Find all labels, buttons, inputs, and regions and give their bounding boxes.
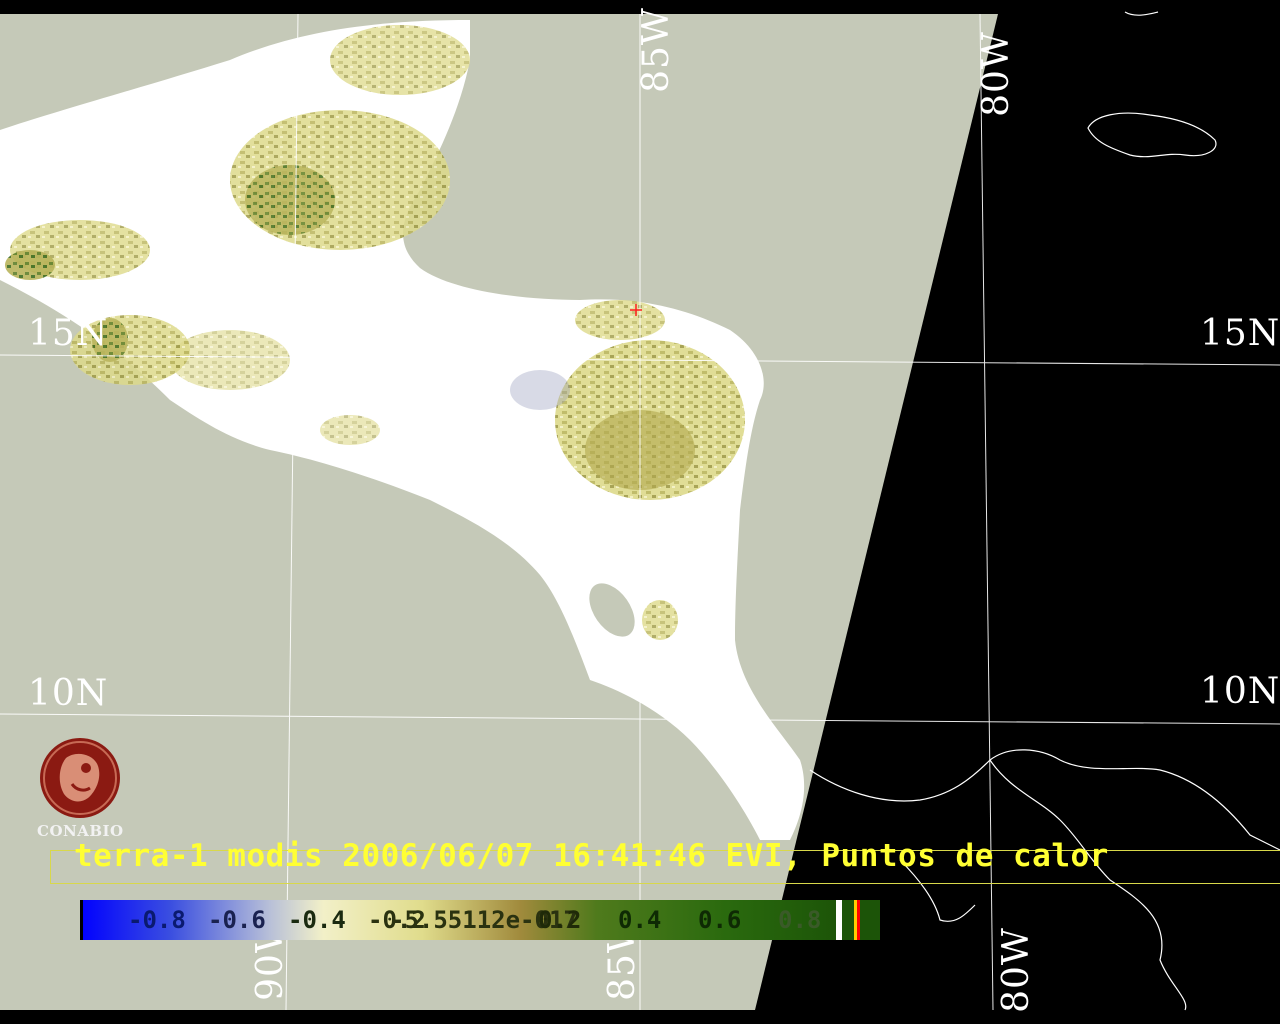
lat-label-10n-right: 10N — [1200, 671, 1280, 712]
lat-label-15n-right: 15N — [1200, 313, 1280, 354]
lon-label-80w-bottom: 80W — [995, 927, 1037, 1013]
colorbar-tick: 0.2 — [538, 906, 582, 934]
colorbar-tick: 0.4 — [618, 906, 662, 934]
lon-label-85w-top: 85W — [635, 7, 677, 93]
colorbar-tick: -0.6 — [208, 906, 266, 934]
image-title: terra-1 modis 2006/06/07 16:41:46 EVI, P… — [74, 838, 1109, 874]
lon-label-80w-top: 80W — [975, 31, 1017, 117]
colorbar-tick: -0.8 — [128, 906, 186, 934]
lat-label-15n-left: 15N — [28, 313, 109, 354]
colorbar-tick: 0.8 — [778, 906, 822, 934]
colorbar-tick: 0.6 — [698, 906, 742, 934]
colorbar-tick: -0.4 — [288, 906, 346, 934]
lat-label-10n-left: 10N — [28, 673, 109, 714]
satellite-map-view: 15N 15N 10N 10N 85W 85W 80W 80W 90W CONA… — [0, 0, 1280, 1024]
